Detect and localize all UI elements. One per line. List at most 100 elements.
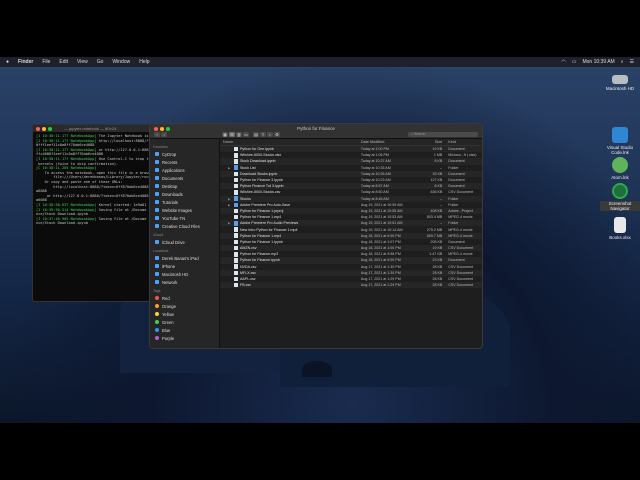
row-name-cell: MFLX.csv <box>220 270 361 276</box>
file-icon <box>234 146 238 152</box>
sidebar-item-icon <box>155 256 159 260</box>
share-button[interactable]: ⇪ <box>260 132 266 137</box>
column-header-date[interactable]: Date Modified <box>361 140 418 144</box>
disclosure-triangle-icon[interactable]: ▶ <box>228 166 232 170</box>
table-row[interactable]: FB.csv Aug 17, 2021 at 1:29 PM 28 KB CSV Do… <box>220 282 482 289</box>
file-size: 408 KB <box>430 208 443 213</box>
sidebar-item-recents[interactable]: Recents <box>150 158 219 166</box>
sidebar-tag-orange[interactable]: Orange <box>150 302 219 310</box>
sidebar-tag-red[interactable]: Red <box>150 294 219 302</box>
sidebar-item-cydrop[interactable]: CyDrop <box>150 150 219 158</box>
gallery-view-button[interactable]: ▭ <box>243 132 249 137</box>
forward-button[interactable]: › <box>161 132 167 137</box>
finder-toolbar: Python for Finance ‹ › ▦ ☰ ▥ ▭ ▤ ⇪ ○ ⚙ ⌕… <box>150 124 482 139</box>
sidebar-item-label: CyDrop <box>162 151 177 157</box>
finder-window[interactable]: Python for Finance ‹ › ▦ ☰ ▥ ▭ ▤ ⇪ ○ ⚙ ⌕… <box>149 123 483 349</box>
file-date: Aug 19, 2021 at 10:51 AM <box>360 221 403 226</box>
sidebar-item-icon <box>155 216 159 220</box>
column-header-kind[interactable]: Kind <box>445 140 482 144</box>
sidebar-item-macintosh-hd[interactable]: Macintosh HD <box>150 270 219 278</box>
file-kind: Folder <box>448 165 459 170</box>
sidebar-item-website-images[interactable]: Website Images <box>150 206 219 214</box>
wifi-icon[interactable]: ◠ <box>561 59 565 65</box>
menu-edit[interactable]: Edit <box>59 59 68 65</box>
desktop-icon-macintosh-hd[interactable]: Macintosh HD <box>600 71 640 91</box>
sidebar-item-creative-cloud-files[interactable]: Creative Cloud Files <box>150 222 219 230</box>
sidebar-item-derek-banas-s-ipad[interactable]: Derek Banas's iPad <box>150 254 219 262</box>
sidebar-item-label: Applications <box>162 167 185 173</box>
sidebar-tag-green[interactable]: Green <box>150 318 219 326</box>
icon-view-button[interactable]: ▦ <box>222 132 228 137</box>
file-date: Today at 10:37 AM <box>360 159 391 164</box>
desktop-icon-screenshot[interactable]: Screenshot Navigator <box>600 183 640 211</box>
action-button[interactable]: ⚙ <box>274 132 280 137</box>
desktop: ● Finder File Edit View Go Window Help ◠… <box>0 57 640 423</box>
menu-view[interactable]: View <box>77 59 88 65</box>
sidebar-item-icon <box>155 184 159 188</box>
menu-file[interactable]: File <box>42 59 50 65</box>
row-name-cell: FB.csv <box>220 282 361 288</box>
disclosure-triangle-icon[interactable]: ▶ <box>228 197 232 201</box>
file-name: MFLX.csv <box>240 270 256 275</box>
menu-window[interactable]: Window <box>112 59 130 65</box>
close-button[interactable] <box>36 126 40 131</box>
row-name-cell: ▶ Adobe Premiere Pro Audio Previews <box>220 221 361 226</box>
desktop-icon-vscode[interactable]: Visual Studio Code.lnk <box>600 127 640 155</box>
battery-icon[interactable]: ▭ <box>572 59 577 65</box>
file-kind: Document <box>448 147 465 152</box>
file-name: Stocks <box>240 196 251 201</box>
file-size: -- <box>439 165 443 170</box>
terminal-window[interactable]: — jupyter-notebook — 80×24 [I 10:38:11.1… <box>32 124 152 302</box>
list-view-button[interactable]: ☰ <box>229 132 235 137</box>
file-date: Aug 19, 2021 at 10:14 AM <box>360 227 403 232</box>
desktop-icon-label: Macintosh HD <box>605 86 635 91</box>
search-icon[interactable]: ⌕ <box>621 59 624 65</box>
menu-go[interactable]: Go <box>97 59 104 65</box>
file-name: FB.csv <box>240 283 251 288</box>
clock[interactable]: Mon 10:39 AM <box>582 59 614 65</box>
row-name-cell: New Intro Python for Finance 1.mp4 <box>220 227 361 232</box>
sidebar-item-icon <box>155 176 159 180</box>
search-field[interactable]: ⌕ Search <box>408 132 478 137</box>
menu-finder[interactable]: Finder <box>18 59 33 65</box>
log-prefix: [I 10:39:50.514 NotebookApp] <box>36 207 97 212</box>
file-date: Aug 17, 2021 at 1:29 PM <box>360 277 401 282</box>
sidebar-item-label: iCloud Drive <box>162 239 185 245</box>
window-title: Python for Finance <box>297 126 335 131</box>
sidebar-item-tutorials[interactable]: Tutorials <box>150 198 219 206</box>
sidebar-tag-purple[interactable]: Purple <box>150 334 219 342</box>
tag-button[interactable]: ○ <box>267 132 273 137</box>
sidebar-tag-yellow[interactable]: Yellow <box>150 310 219 318</box>
sidebar-tag-blue[interactable]: Blue <box>150 326 219 334</box>
menu-help[interactable]: Help <box>139 59 149 65</box>
sidebar-item-documents[interactable]: Documents <box>150 174 219 182</box>
apple-menu-icon[interactable]: ● <box>6 59 9 65</box>
terminal-titlebar[interactable]: — jupyter-notebook — 80×24 <box>33 125 151 132</box>
minimize-button[interactable] <box>42 126 46 131</box>
sidebar-item-downloads[interactable]: Downloads <box>150 190 219 198</box>
control-center-icon[interactable]: ☰ <box>630 59 634 65</box>
terminal-title: — jupyter-notebook — 80×24 <box>64 126 117 131</box>
back-button[interactable]: ‹ <box>154 132 160 137</box>
file-size: 23 KB <box>432 258 443 263</box>
desktop-icon-books-xlsx[interactable]: Books.xlsx <box>600 217 640 240</box>
sidebar-item-youtube-tn[interactable]: YouTube TN <box>150 214 219 222</box>
zoom-button[interactable] <box>48 126 52 131</box>
column-view-button[interactable]: ▥ <box>236 132 242 137</box>
sidebar-item-desktop[interactable]: Desktop <box>150 182 219 190</box>
sidebar-item-network[interactable]: Network <box>150 278 219 286</box>
sidebar-item-iphone[interactable]: iPhone <box>150 262 219 270</box>
sidebar-item-icloud-drive[interactable]: iCloud Drive <box>150 238 219 246</box>
disclosure-triangle-icon[interactable]: ▶ <box>228 203 232 207</box>
sidebar-item-label: Documents <box>162 175 184 181</box>
sidebar-item-label: Purple <box>162 335 175 341</box>
file-name: New Intro Python for Finance 1.mp4 <box>240 227 298 232</box>
desktop-icon-atom[interactable]: Atom.lnk <box>600 157 640 180</box>
terminal-output[interactable]: [I 10:38:11.177 NotebookApp] The Jupyter… <box>33 132 151 228</box>
disclosure-triangle-icon[interactable]: ▶ <box>228 221 232 225</box>
column-header-name[interactable]: Name <box>220 140 361 144</box>
group-button[interactable]: ▤ <box>253 132 259 137</box>
row-name-cell: AAPL.csv <box>220 276 361 282</box>
sidebar-item-applications[interactable]: Applications <box>150 166 219 174</box>
column-header-size[interactable]: Size <box>417 140 445 144</box>
